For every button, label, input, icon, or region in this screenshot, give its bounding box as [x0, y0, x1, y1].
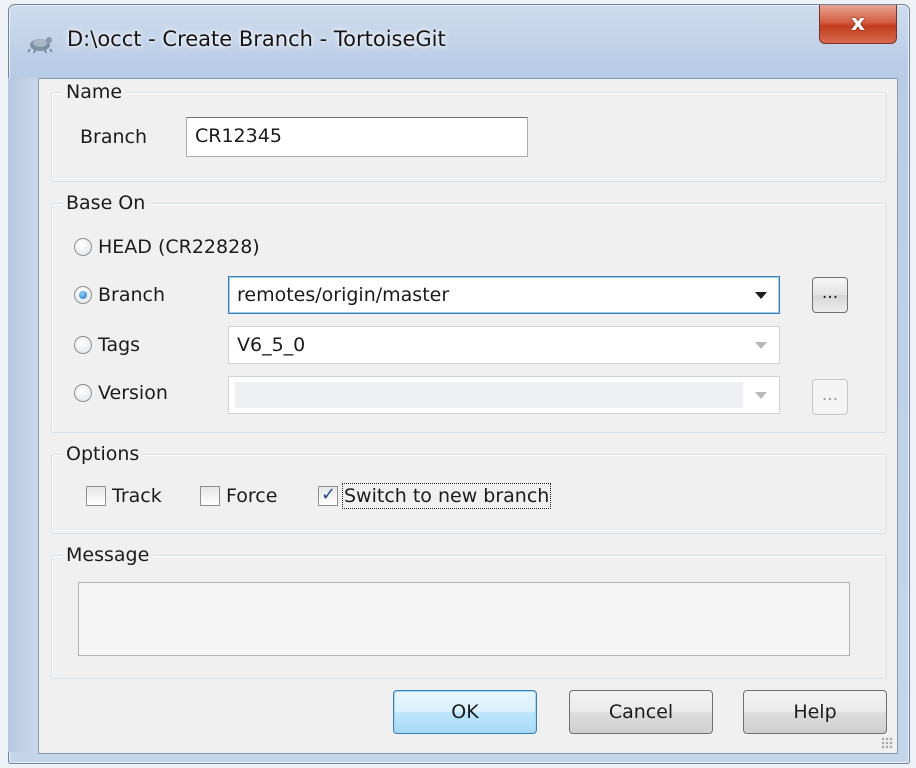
tags-combobox[interactable]: V6_5_0	[228, 326, 780, 364]
branch-name-input[interactable]: CR12345	[186, 117, 528, 157]
force-label: Force	[226, 485, 278, 507]
version-radio-option[interactable]: Version	[74, 382, 168, 404]
options-group-label: Options	[62, 443, 144, 465]
switch-branch-checkbox[interactable]	[318, 484, 338, 506]
force-checkbox[interactable]	[200, 486, 220, 506]
track-label: Track	[112, 485, 162, 507]
window-title: D:\occt - Create Branch - TortoiseGit	[67, 27, 446, 51]
dialog-client-area: Name Branch CR12345 Base On HEAD (CR2282…	[38, 78, 898, 754]
tags-radio[interactable]	[74, 336, 92, 354]
base-on-group: Base On HEAD (CR22828) Branch remotes/or…	[51, 192, 887, 433]
close-button[interactable]: x	[819, 5, 897, 44]
chevron-down-icon[interactable]	[755, 392, 767, 399]
message-textarea[interactable]	[78, 582, 850, 656]
cancel-button[interactable]: Cancel	[569, 690, 713, 734]
branch-combobox-value: remotes/origin/master	[237, 284, 450, 306]
branch-radio-label: Branch	[98, 284, 166, 306]
head-radio[interactable]	[74, 238, 92, 256]
chevron-down-icon[interactable]	[755, 292, 767, 299]
switch-branch-option[interactable]: Switch to new branch	[318, 483, 552, 509]
tags-radio-option[interactable]: Tags	[74, 334, 140, 356]
frame-border	[8, 78, 38, 752]
force-option[interactable]: Force	[200, 485, 277, 507]
name-group: Name Branch CR12345	[51, 81, 887, 182]
track-checkbox[interactable]	[86, 486, 106, 506]
message-group: Message	[51, 544, 887, 679]
close-icon: x	[850, 11, 866, 36]
switch-branch-label: Switch to new branch	[341, 483, 552, 509]
ok-button[interactable]: OK	[393, 690, 537, 734]
chevron-down-icon[interactable]	[755, 342, 767, 349]
browse-branch-button[interactable]: ...	[812, 277, 848, 313]
help-button[interactable]: Help	[743, 690, 887, 734]
head-radio-label: HEAD (CR22828)	[98, 236, 260, 258]
tags-combobox-value: V6_5_0	[237, 334, 306, 356]
head-radio-option[interactable]: HEAD (CR22828)	[74, 236, 260, 258]
track-option[interactable]: Track	[86, 485, 162, 507]
branch-radio[interactable]	[74, 286, 92, 304]
name-group-label: Name	[62, 81, 127, 103]
version-radio-label: Version	[98, 382, 168, 404]
branch-name-label: Branch	[80, 126, 148, 148]
version-combobox[interactable]	[228, 376, 780, 414]
tortoisegit-icon	[27, 37, 53, 53]
title-bar[interactable]: D:\occt - Create Branch - TortoiseGit x	[9, 5, 909, 81]
resize-grip-icon[interactable]	[881, 737, 893, 749]
browse-version-button[interactable]: ...	[812, 379, 848, 415]
message-group-label: Message	[62, 544, 154, 566]
version-combobox-field	[235, 382, 743, 408]
options-group: Options Track Force Switch to new branch	[51, 443, 887, 534]
base-on-group-label: Base On	[62, 192, 150, 214]
branch-radio-option[interactable]: Branch	[74, 284, 165, 306]
version-radio[interactable]	[74, 384, 92, 402]
tags-radio-label: Tags	[98, 334, 141, 356]
branch-combobox[interactable]: remotes/origin/master	[228, 276, 780, 314]
